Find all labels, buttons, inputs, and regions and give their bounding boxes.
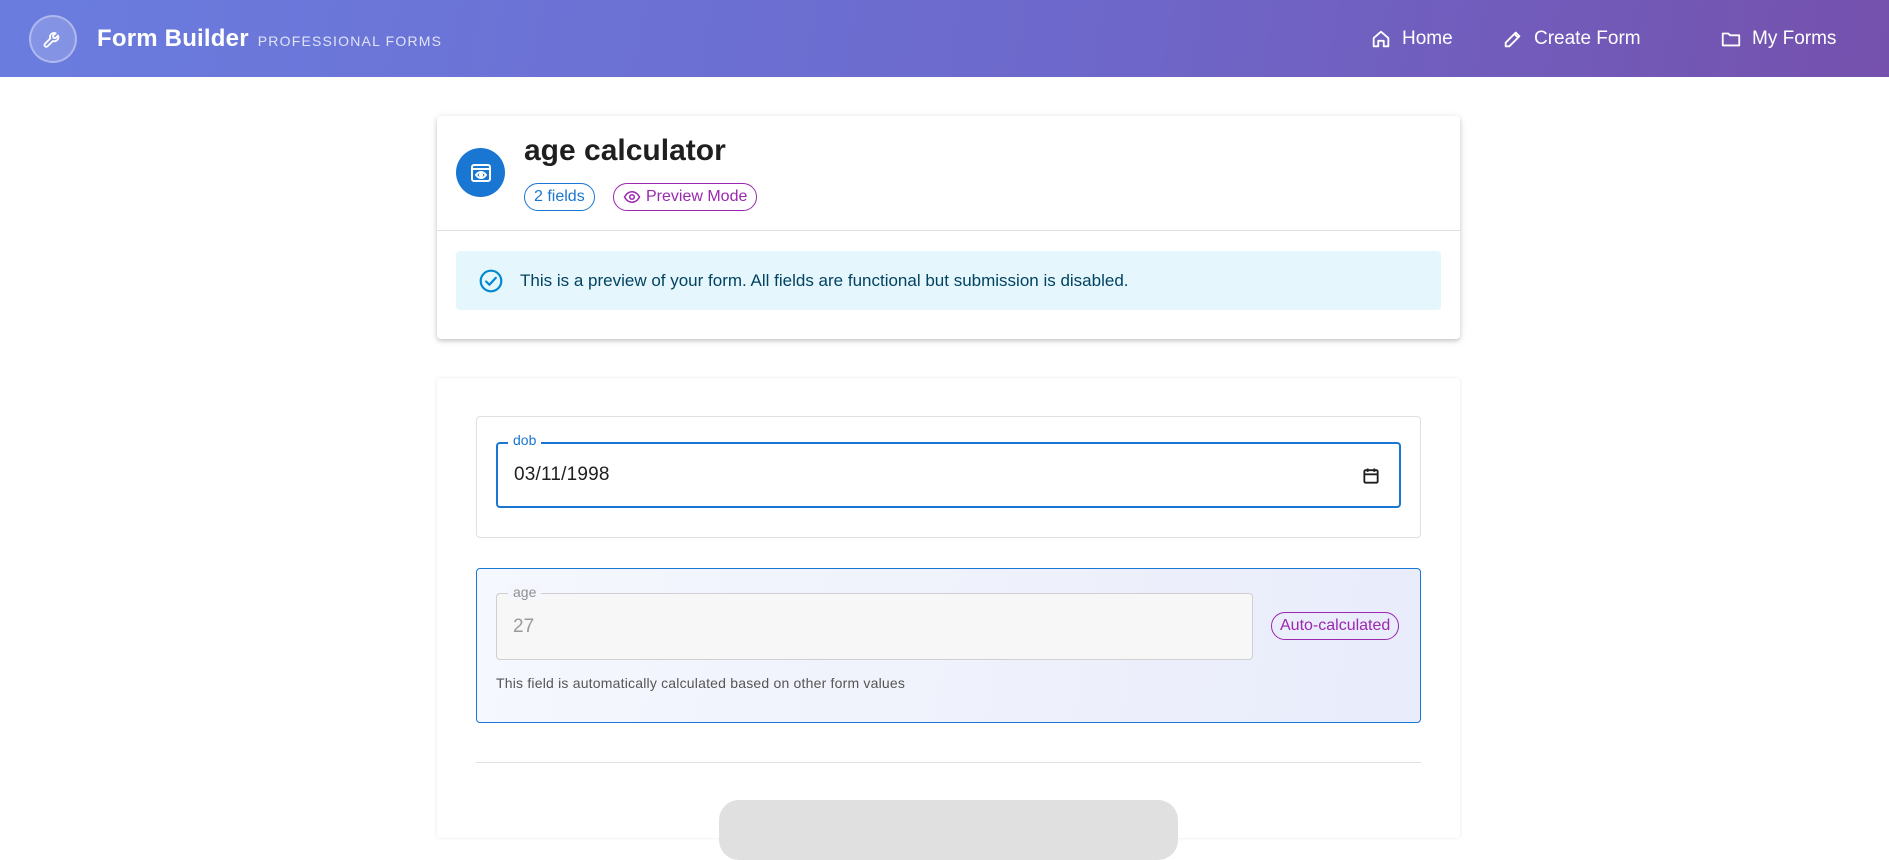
app-bar: Form Builder PROFESSIONAL FORMS Home Cre… [0, 0, 1889, 77]
app-title: Form Builder [97, 24, 249, 52]
preview-mode-badge: Preview Mode [613, 183, 758, 211]
form-body-card: 03/11/1998 dob 27 age Auto-calculated Th… [437, 378, 1460, 860]
dob-value: 03/11/1998 [514, 464, 610, 485]
dob-label: dob [508, 432, 542, 448]
divider [476, 762, 1421, 763]
nav-my-forms-button[interactable]: My Forms [1712, 28, 1844, 50]
age-calculated-field-container: 27 age Auto-calculated This field is aut… [476, 568, 1421, 723]
calendar-icon[interactable] [1361, 466, 1381, 486]
nav-my-forms-label: My Forms [1752, 27, 1837, 49]
app-subtitle: PROFESSIONAL FORMS [257, 33, 443, 49]
divider [437, 230, 1460, 231]
folder-icon [1721, 32, 1741, 46]
alert-message: This is a preview of your form. All fiel… [520, 270, 1129, 290]
nav-create-label: Create Form [1534, 27, 1641, 49]
home-icon [1372, 30, 1390, 47]
preview-form-icon [456, 148, 505, 197]
nav-home-button[interactable]: Home [1362, 28, 1461, 50]
nav-create-form-button[interactable]: Create Form [1494, 28, 1649, 50]
pencil-icon [1504, 31, 1521, 47]
form-title: age calculator [524, 134, 726, 167]
dob-field-container: 03/11/1998 dob [476, 416, 1421, 538]
preview-info-alert: This is a preview of your form. All fiel… [456, 251, 1441, 310]
nav-home-label: Home [1402, 27, 1453, 49]
auto-calculated-badge: Auto-calculated [1271, 612, 1400, 640]
age-helper-text: This field is automatically calculated b… [496, 675, 906, 691]
wrench-icon[interactable] [29, 14, 77, 63]
age-label: age [508, 584, 542, 600]
submit-button-disabled [719, 800, 1178, 860]
form-header-card: age calculator 2 fields Preview Mode Thi… [437, 116, 1460, 339]
field-count-badge: 2 fields [524, 183, 595, 211]
preview-mode-label: Preview Mode [646, 188, 748, 205]
age-readonly-input: 27 [496, 593, 1253, 660]
eye-icon [623, 190, 641, 204]
check-circle-icon [479, 269, 503, 292]
age-value: 27 [513, 615, 535, 637]
dob-date-input[interactable]: 03/11/1998 [496, 442, 1401, 508]
